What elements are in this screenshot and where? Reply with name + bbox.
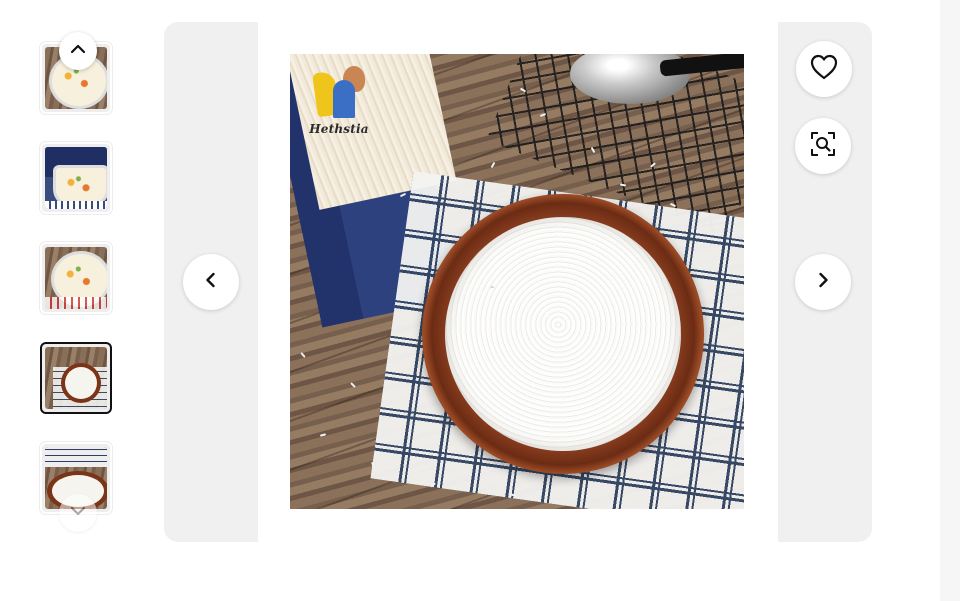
previous-image-button[interactable] bbox=[183, 254, 239, 310]
thumbnail-3[interactable] bbox=[40, 242, 112, 314]
image-search-icon bbox=[809, 130, 837, 163]
heart-icon bbox=[809, 53, 839, 86]
thumbnail-2[interactable] bbox=[40, 142, 112, 214]
main-product-image[interactable]: Hethstia bbox=[290, 54, 744, 509]
page-scrollbar-track bbox=[940, 0, 960, 601]
main-image-panel: Hethstia bbox=[164, 22, 872, 542]
brand-logo-text: Hethstia bbox=[309, 122, 369, 136]
thumbnail-strip bbox=[40, 32, 118, 532]
brand-logo-mark bbox=[312, 66, 365, 120]
favorite-button[interactable] bbox=[796, 41, 852, 97]
chevron-down-icon bbox=[69, 502, 87, 525]
brand-logo: Hethstia bbox=[304, 66, 374, 136]
chevron-right-icon bbox=[813, 270, 833, 295]
visual-search-button[interactable] bbox=[795, 118, 851, 174]
thumbnail-4[interactable] bbox=[40, 342, 112, 414]
rice-grains bbox=[445, 217, 681, 451]
thumbnail-scroll-down-button[interactable] bbox=[59, 494, 97, 532]
thumbnail-scroll-up-button[interactable] bbox=[59, 32, 97, 70]
next-image-button[interactable] bbox=[795, 254, 851, 310]
chevron-up-icon bbox=[69, 40, 87, 63]
chevron-left-icon bbox=[201, 270, 221, 295]
